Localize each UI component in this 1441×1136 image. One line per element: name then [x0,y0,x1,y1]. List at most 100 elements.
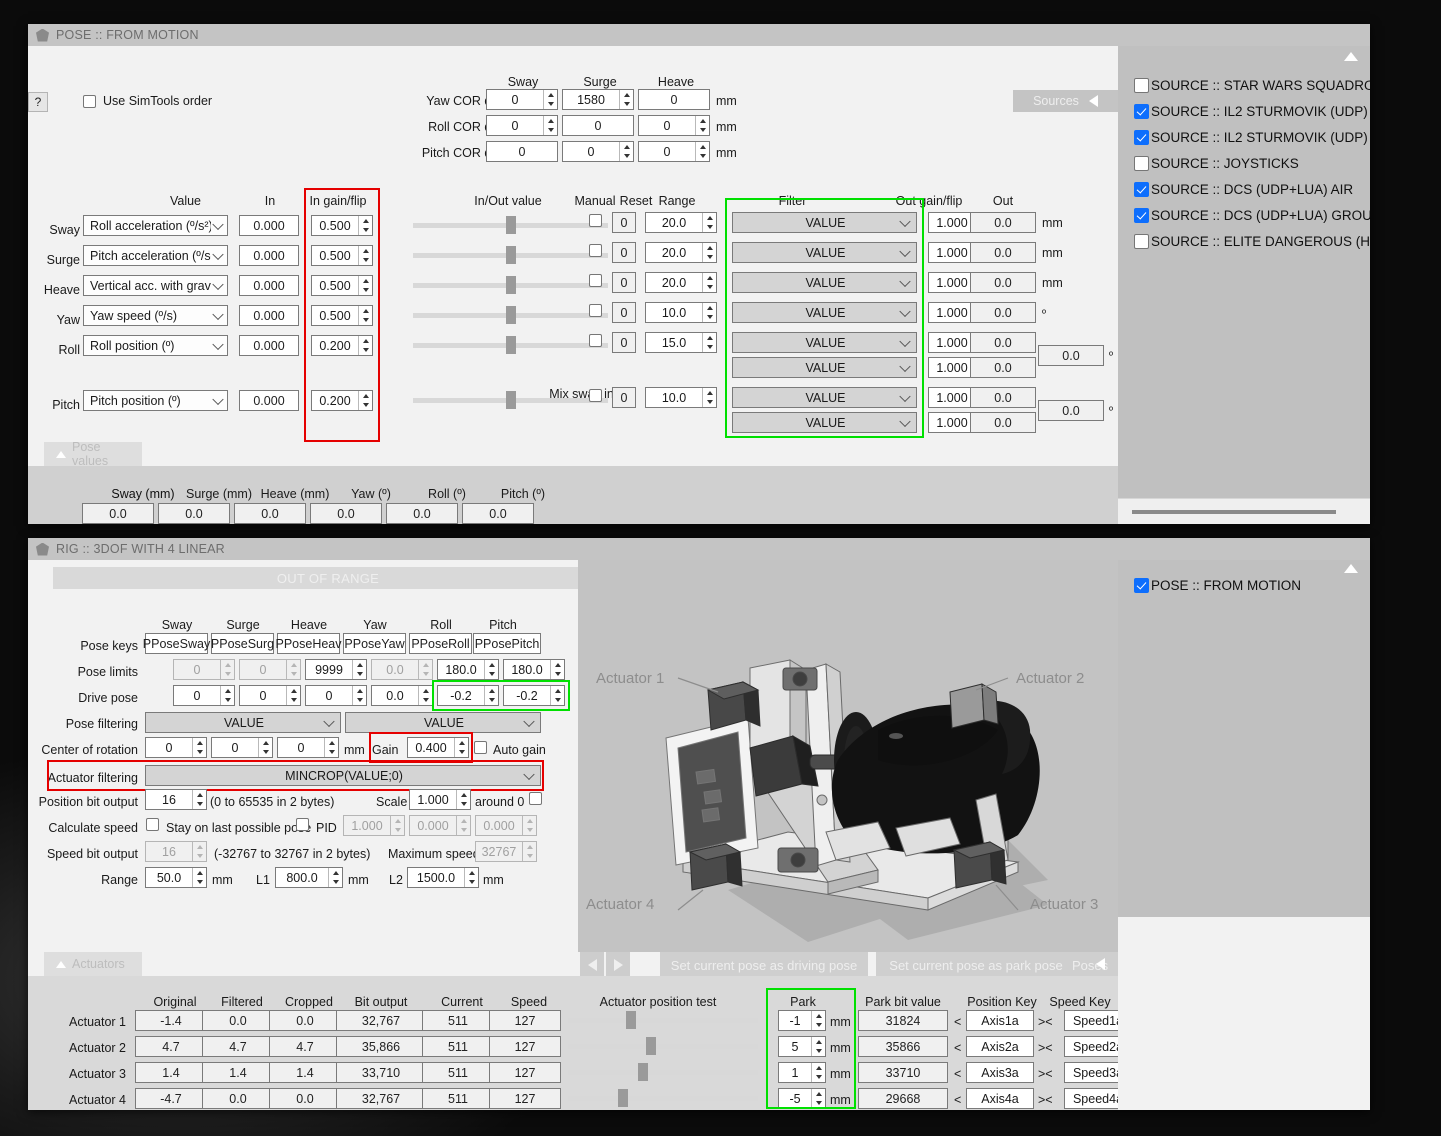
use-simtools-order-checkbox[interactable] [83,94,96,108]
source-checkbox[interactable] [1134,207,1149,223]
rig-cor-y[interactable]: 0 [211,737,273,758]
position-test-slider-4[interactable] [568,1089,758,1107]
pitch-cor-surge-spinner[interactable] [619,142,633,161]
pitch-cor-surge-field[interactable]: 0 [562,141,634,162]
axis-reset-yaw[interactable]: 0 [612,302,636,323]
rig-cor-z[interactable]: 0 [277,737,339,758]
drive-pose-yaw-spinner[interactable] [418,686,432,705]
axis-in-roll[interactable]: 0.000 [239,335,299,356]
slider-thumb[interactable] [626,1011,636,1029]
axis-ingain-pitch[interactable]: 0.200 [311,390,373,411]
rig-cor-x-spinner[interactable] [192,738,206,757]
axis-ingain-spinner-surge[interactable] [358,246,372,265]
axis-filter-combo-yaw[interactable]: VALUE [732,302,917,323]
next-pose-button[interactable] [606,952,630,978]
source-item-star-wars[interactable]: SOURCE :: STAR WARS SQUADRONS (HO [1118,72,1370,98]
mix-surge-filter-combo[interactable]: VALUE [732,412,917,433]
rig-cor-x[interactable]: 0 [145,737,207,758]
source-checkbox[interactable] [1134,103,1149,119]
sources-collapse-button[interactable]: Sources [1013,90,1118,112]
axis-range-spinner-sway[interactable] [702,213,716,232]
slider-thumb[interactable] [638,1063,648,1081]
axis-slider-surge[interactable] [413,246,608,264]
stay-on-last-pose-checkbox[interactable] [296,818,309,831]
axis-manual-checkbox-surge[interactable] [589,244,602,257]
pose-key-pitch[interactable]: PPosePitch [473,633,541,654]
actuator-filtering-combo[interactable]: MINCROP(VALUE;0) [145,765,541,786]
roll-cor-surge-field[interactable]: 0 [562,115,634,136]
position-bit-output-spinner[interactable] [192,790,206,809]
axis-value-combo-heave[interactable]: Vertical acc. with gravity (m [83,275,228,296]
rig-pose-source-checkbox[interactable] [1134,577,1149,593]
axis-slider-heave[interactable] [413,276,608,294]
yaw-cor-surge-spinner[interactable] [619,90,633,109]
drive-pose-sway[interactable]: 0 [173,685,235,706]
prev-pose-button[interactable] [580,952,604,978]
position-bit-output-field[interactable]: 16 [145,789,207,810]
axis-ingain-surge[interactable]: 0.500 [311,245,373,266]
scrollbar-thumb[interactable] [1132,509,1336,514]
axis-filter-combo-roll[interactable]: VALUE [732,332,917,353]
set-driving-pose-button[interactable]: Set current pose as driving pose [660,952,868,978]
scroll-up-icon[interactable] [1344,564,1358,573]
axis-reset-pitch[interactable]: 0 [612,387,636,408]
axis-reset-sway[interactable]: 0 [612,212,636,233]
axis-value-combo-surge[interactable]: Pitch acceleration (º/s²) [83,245,228,266]
yaw-cor-heave-field[interactable]: 0 [638,89,710,110]
position-test-slider-3[interactable] [568,1063,758,1081]
source-item-il2-ground[interactable]: SOURCE :: IL2 STURMOVIK (UDP) GROUN [1118,124,1370,150]
pose-limit-roll[interactable]: 180.0 [437,659,499,680]
axis-range-surge[interactable]: 20.0 [645,242,717,263]
pitch-cor-heave-field[interactable]: 0 [638,141,710,162]
axis-range-heave[interactable]: 20.0 [645,272,717,293]
axis-value-combo-sway[interactable]: Roll acceleration (º/s²) [83,215,228,236]
park-field-4[interactable]: -5 [778,1088,826,1109]
source-item-dcs-air[interactable]: SOURCE :: DCS (UDP+LUA) AIR [1118,176,1370,202]
position-key-2[interactable]: Axis2a [966,1036,1034,1057]
gain-spinner[interactable] [454,738,468,757]
roll-cor-sway-field[interactable]: 0 [486,115,558,136]
axis-filter-combo-sway[interactable]: VALUE [732,212,917,233]
slider-thumb[interactable] [506,246,516,264]
axis-range-sway[interactable]: 20.0 [645,212,717,233]
slider-thumb[interactable] [506,391,516,409]
axis-ingain-spinner-roll[interactable] [358,336,372,355]
axis-manual-checkbox-heave[interactable] [589,274,602,287]
source-item-il2-air[interactable]: SOURCE :: IL2 STURMOVIK (UDP) AIR [1118,98,1370,124]
axis-ingain-roll[interactable]: 0.200 [311,335,373,356]
pose-limit-pitch[interactable]: 180.0 [503,659,565,680]
pose-limit-pitch-spinner[interactable] [550,660,564,679]
axis-value-combo-roll[interactable]: Roll position (º) [83,335,228,356]
auto-gain-checkbox[interactable] [474,741,487,754]
pose-values-tab[interactable]: Pose values [44,440,142,468]
axis-in-sway[interactable]: 0.000 [239,215,299,236]
rig-range-field[interactable]: 50.0 [145,867,207,888]
position-key-4[interactable]: Axis4a [966,1088,1034,1109]
roll-cor-heave-field[interactable]: 0 [638,115,710,136]
scale-field[interactable]: 1.000 [409,789,471,810]
position-key-1[interactable]: Axis1a [966,1010,1034,1031]
rig-3d-viewport[interactable]: Actuator 1 Actuator 2 Actuator 3 Actuato… [578,560,1118,952]
source-item-dcs-ground[interactable]: SOURCE :: DCS (UDP+LUA) GROUND [1118,202,1370,228]
axis-ingain-spinner-heave[interactable] [358,276,372,295]
rig-cor-y-spinner[interactable] [258,738,272,757]
pitch-cor-heave-spinner[interactable] [695,142,709,161]
poses-collapse-button[interactable]: Poses [1068,952,1118,978]
axis-manual-checkbox-pitch[interactable] [589,389,602,402]
axis-manual-checkbox-roll[interactable] [589,334,602,347]
help-button[interactable]: ? [28,92,48,112]
axis-in-heave[interactable]: 0.000 [239,275,299,296]
l2-spinner[interactable] [464,868,478,887]
axis-range-spinner-yaw[interactable] [702,303,716,322]
slider-thumb[interactable] [618,1089,628,1107]
use-simtools-order-row[interactable]: Use SimTools order [83,94,212,108]
park-spinner-1[interactable] [811,1011,825,1030]
axis-range-spinner-surge[interactable] [702,243,716,262]
gain-field[interactable]: 0.400 [407,737,469,758]
pose-key-roll[interactable]: PPoseRoll [409,633,472,654]
yaw-cor-sway-field[interactable]: 0 [486,89,558,110]
park-field-3[interactable]: 1 [778,1062,826,1083]
axis-slider-yaw[interactable] [413,306,608,324]
axis-in-surge[interactable]: 0.000 [239,245,299,266]
axis-range-spinner-roll[interactable] [702,333,716,352]
